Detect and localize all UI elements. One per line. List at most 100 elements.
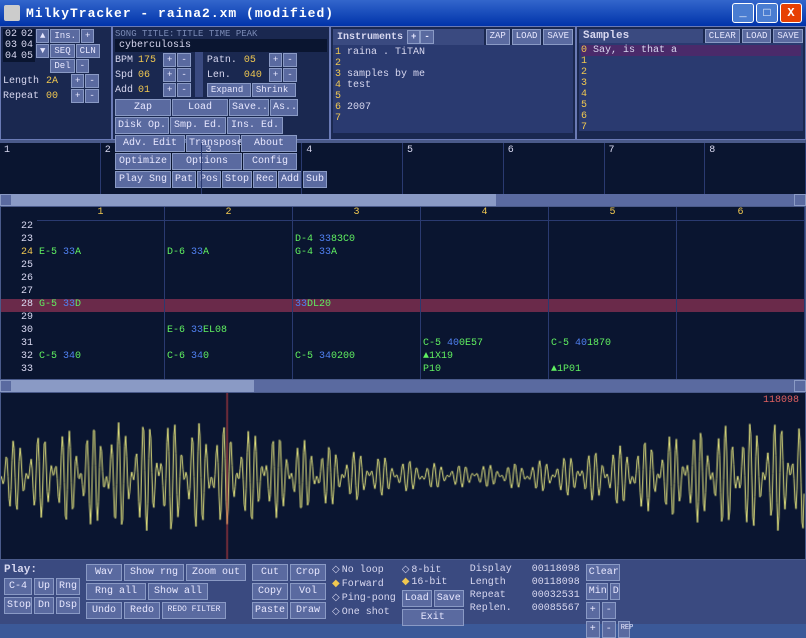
saveas-button[interactable]: As.. bbox=[270, 99, 298, 116]
scope-channel[interactable]: 5 bbox=[403, 143, 504, 194]
dsp-button[interactable]: Dsp bbox=[56, 597, 80, 614]
samp-save-button[interactable]: SAVE bbox=[773, 29, 803, 43]
pattern-cell[interactable] bbox=[37, 234, 164, 247]
plus-icon[interactable]: + bbox=[81, 29, 94, 43]
pattern-cell[interactable]: 33DL20 bbox=[293, 299, 420, 312]
scroll-thumb[interactable] bbox=[12, 194, 496, 206]
insed-button[interactable]: Ins. Ed. bbox=[227, 117, 283, 134]
pattern-cell[interactable] bbox=[37, 260, 164, 273]
pattern-cell[interactable] bbox=[165, 260, 292, 273]
pattern-cell[interactable] bbox=[37, 273, 164, 286]
bit-radio[interactable]: 8-bit bbox=[402, 564, 464, 576]
up-icon[interactable]: ▲ bbox=[36, 29, 49, 43]
flip-button[interactable] bbox=[195, 52, 203, 97]
pattern-cell[interactable]: G-5 33D bbox=[37, 299, 164, 312]
instrument-item[interactable]: 5 bbox=[335, 91, 571, 102]
pattern-cell[interactable] bbox=[677, 364, 804, 377]
pattern-cell[interactable]: C-5 340200 bbox=[293, 351, 420, 364]
minus-icon[interactable]: - bbox=[602, 621, 616, 638]
pattern-cell[interactable] bbox=[293, 325, 420, 338]
save-button[interactable]: Save.. bbox=[229, 99, 269, 116]
plus-icon[interactable]: + bbox=[269, 68, 282, 82]
minus-icon[interactable]: - bbox=[420, 30, 433, 44]
scope-channel[interactable]: 7 bbox=[605, 143, 706, 194]
plus-icon[interactable]: + bbox=[586, 621, 600, 638]
loop-radio[interactable]: Ping-pong bbox=[332, 592, 396, 604]
pattern-cell[interactable] bbox=[421, 299, 548, 312]
sample-item[interactable]: 4 bbox=[581, 89, 801, 100]
pattern-cell[interactable] bbox=[421, 286, 548, 299]
plus-icon[interactable]: + bbox=[163, 83, 176, 97]
undo-button[interactable]: Undo bbox=[86, 602, 122, 619]
exit-button[interactable]: Exit bbox=[402, 609, 464, 626]
showrng-button[interactable]: Show rng bbox=[124, 564, 184, 581]
pattern-cell[interactable] bbox=[165, 338, 292, 351]
pattern-cell[interactable] bbox=[421, 273, 548, 286]
pattern-cell[interactable] bbox=[293, 312, 420, 325]
pattern-cell[interactable] bbox=[37, 325, 164, 338]
pattern-cell[interactable] bbox=[549, 273, 676, 286]
minus-icon[interactable]: - bbox=[177, 83, 190, 97]
minus-icon[interactable]: - bbox=[85, 74, 98, 88]
pattern-cell[interactable] bbox=[165, 273, 292, 286]
pattern-cell[interactable] bbox=[37, 221, 164, 234]
pattern-cell[interactable] bbox=[165, 234, 292, 247]
minus-icon[interactable]: - bbox=[85, 89, 98, 103]
inst-load-button[interactable]: LOAD bbox=[512, 29, 542, 45]
pattern-cell[interactable] bbox=[677, 273, 804, 286]
redo-button[interactable]: Redo bbox=[124, 602, 160, 619]
pattern-channel[interactable]: 6 bbox=[677, 207, 805, 379]
pattern-cell[interactable] bbox=[37, 364, 164, 377]
pattern-cell[interactable]: C-5 340 bbox=[37, 351, 164, 364]
save-button[interactable]: Save bbox=[434, 590, 464, 607]
pattern-channel[interactable]: 1E-5 33AG-5 33DC-5 340 bbox=[37, 207, 165, 379]
sample-item[interactable]: 7 bbox=[581, 122, 801, 131]
minus-icon[interactable]: - bbox=[177, 68, 190, 82]
plus-icon[interactable]: + bbox=[407, 30, 420, 44]
cut-button[interactable]: Cut bbox=[252, 564, 288, 581]
d-button[interactable]: D bbox=[610, 583, 620, 600]
min-button[interactable]: Min bbox=[586, 583, 608, 600]
pattern-cell[interactable] bbox=[549, 325, 676, 338]
pattern-cell[interactable] bbox=[293, 273, 420, 286]
pattern-cell[interactable]: C-6 340 bbox=[165, 351, 292, 364]
maximize-button[interactable]: □ bbox=[756, 3, 778, 23]
pattern-cell[interactable] bbox=[37, 338, 164, 351]
plus-icon[interactable]: + bbox=[586, 602, 600, 619]
pattern-cell[interactable] bbox=[549, 286, 676, 299]
pattern-cell[interactable] bbox=[37, 312, 164, 325]
pattern-cell[interactable]: ▲1P01 bbox=[549, 364, 676, 377]
pattern-cell[interactable] bbox=[549, 299, 676, 312]
pattern-cell[interactable] bbox=[549, 260, 676, 273]
pattern-channel[interactable]: 2D-6 33AE-6 33EL08C-6 340 bbox=[165, 207, 293, 379]
instrument-item[interactable]: 3 samples by me bbox=[335, 69, 571, 80]
plus-icon[interactable]: + bbox=[71, 89, 84, 103]
samples-list[interactable]: 0 Say, is that a1 2 3 4 5 6 7 8 9 A B bbox=[579, 43, 803, 131]
shrink-button[interactable]: Shrink bbox=[252, 83, 296, 97]
pattern-cell[interactable] bbox=[165, 312, 292, 325]
load-button[interactable]: Load bbox=[402, 590, 432, 607]
diskop-button[interactable]: Disk Op. bbox=[115, 117, 169, 134]
copy-button[interactable]: Copy bbox=[252, 583, 288, 600]
rng-button[interactable]: Rng bbox=[56, 578, 80, 595]
plus-icon[interactable]: + bbox=[71, 74, 84, 88]
ins-button[interactable]: Ins. bbox=[50, 29, 80, 43]
pattern-cell[interactable] bbox=[421, 312, 548, 325]
loop-radio[interactable]: Forward bbox=[332, 578, 396, 590]
pattern-channel[interactable]: 3D-4 3383C0G-4 33A 33DL20C-5 340200 bbox=[293, 207, 421, 379]
pattern-cell[interactable] bbox=[677, 351, 804, 364]
pattern-cell[interactable] bbox=[677, 286, 804, 299]
sample-item[interactable]: 0 Say, is that a bbox=[581, 45, 801, 56]
plus-icon[interactable]: + bbox=[163, 53, 176, 67]
dn-button[interactable]: Dn bbox=[34, 597, 54, 614]
samp-clear-button[interactable]: CLEAR bbox=[705, 29, 740, 43]
pattern-cell[interactable]: ▲1X19 bbox=[421, 351, 548, 364]
zap-button[interactable]: Zap bbox=[115, 99, 171, 116]
showall-button[interactable]: Show all bbox=[148, 583, 208, 600]
down-icon[interactable]: ▼ bbox=[36, 44, 49, 58]
sample-item[interactable]: 6 bbox=[581, 111, 801, 122]
pattern-cell[interactable] bbox=[677, 247, 804, 260]
pattern-cell[interactable]: P10 bbox=[421, 364, 548, 377]
smped-button[interactable]: Smp. Ed. bbox=[170, 117, 226, 134]
pattern-cell[interactable] bbox=[549, 221, 676, 234]
